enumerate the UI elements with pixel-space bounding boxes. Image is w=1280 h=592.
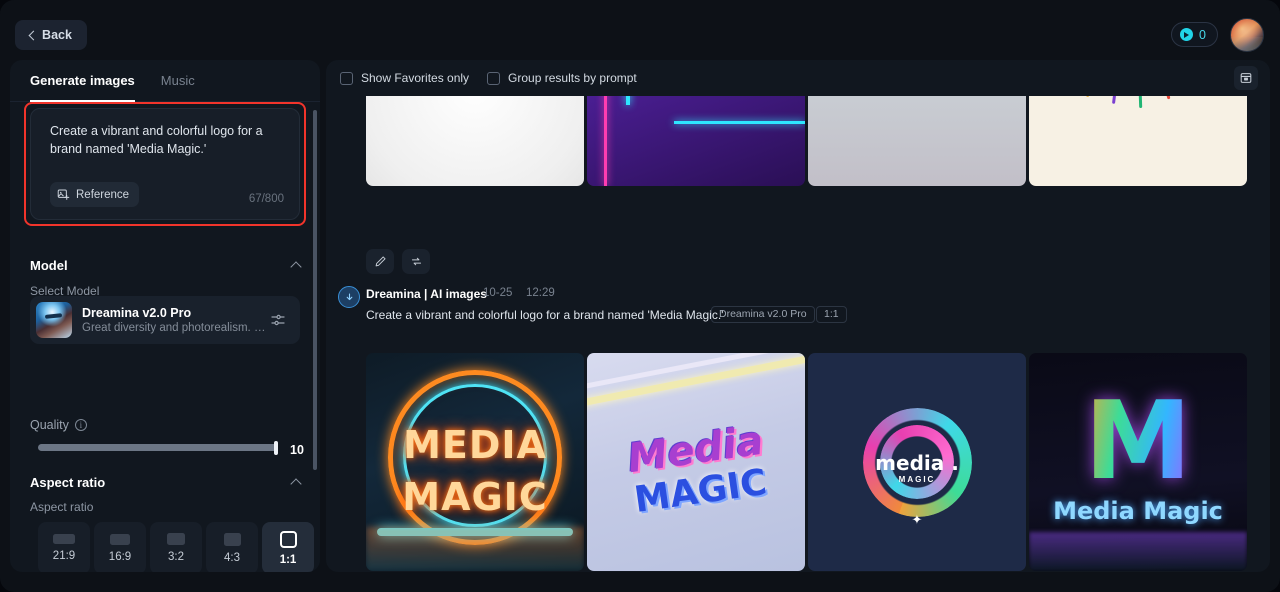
image-text: MAGIC — [898, 475, 936, 485]
info-icon[interactable]: i — [74, 419, 87, 431]
result-image[interactable] — [587, 96, 805, 186]
quality-slider-handle[interactable] — [274, 441, 278, 455]
result-source: Dreamina | AI images — [366, 287, 487, 301]
result-image[interactable]: MAGIC — [1029, 96, 1247, 186]
filter-label-group: Group results by prompt — [508, 71, 637, 85]
aspect-ratio-label: Aspect ratio — [30, 500, 94, 514]
pencil-icon — [375, 256, 386, 267]
results-feed: media magic MAGIC MAGIC — [326, 96, 1270, 572]
folder-icon — [1240, 73, 1252, 83]
chevron-up-icon[interactable] — [290, 477, 302, 490]
image-text: M — [1029, 387, 1247, 496]
aspect-ratio-1-1[interactable]: 1:1 — [262, 522, 314, 572]
app-window: Back 0 Generate images Music Create a vi… — [0, 0, 1280, 592]
result-image[interactable]: media magic — [366, 96, 584, 186]
row-actions-previous — [366, 249, 430, 274]
aspect-section-header[interactable]: Aspect ratio — [30, 472, 302, 492]
edit-button[interactable] — [366, 249, 394, 274]
aspect-ratio-label-3-2: 3:2 — [168, 551, 184, 563]
tab-music[interactable]: Music — [161, 60, 195, 102]
aspect-ratio-label-4-3: 4:3 — [224, 551, 240, 564]
back-button-label: Back — [42, 28, 72, 42]
image-text: MAGIC — [402, 475, 548, 520]
model-card[interactable]: Dreamina v2.0 Pro Great diversity and ph… — [30, 296, 300, 344]
chevron-up-icon[interactable] — [290, 260, 302, 273]
checkbox-show-favorites[interactable] — [340, 71, 353, 85]
filter-show-favorites[interactable]: Show Favorites only — [340, 71, 469, 85]
top-bar: Back 0 — [0, 0, 1280, 68]
filter-group-by-prompt[interactable]: Group results by prompt — [487, 71, 637, 85]
image-text: media . — [875, 451, 959, 476]
quality-slider-rail — [38, 444, 278, 451]
sliders-icon[interactable] — [270, 312, 286, 328]
prompt-input[interactable]: Create a vibrant and colorful logo for a… — [30, 108, 300, 220]
source-avatar-icon — [338, 286, 360, 308]
result-grid: MEDIA MAGIC Media MAGIC media . MAGIC ✦ … — [326, 353, 1247, 571]
model-section-title: Model — [30, 257, 68, 273]
avatar[interactable] — [1230, 18, 1264, 52]
result-image[interactable]: media . MAGIC ✦ — [808, 353, 1026, 571]
tab-generate-images[interactable]: Generate images — [30, 60, 135, 102]
reference-button-label: Reference — [76, 188, 130, 201]
folder-button[interactable] — [1234, 66, 1258, 90]
chevron-left-icon — [28, 30, 39, 40]
aspect-ratio-options: 21:9 16:9 3:2 4:3 1:1 — [38, 522, 314, 572]
filter-label-favorites: Show Favorites only — [361, 71, 470, 85]
quality-label: Quality — [30, 418, 69, 432]
result-image[interactable]: M Media Magic — [1029, 353, 1247, 571]
credits-value: 0 — [1199, 27, 1206, 42]
result-image[interactable]: MAGIC — [808, 96, 1026, 186]
result-time: 12:29 — [526, 287, 555, 299]
model-section-header[interactable]: Model — [30, 255, 302, 275]
result-date: 10-25 — [483, 287, 513, 299]
sidebar: Generate images Music Create a vibrant a… — [10, 60, 320, 572]
aspect-ratio-label-16-9: 16:9 — [108, 550, 132, 563]
aspect-section-title: Aspect ratio — [30, 474, 106, 490]
model-description: Great diversity and photorealism. Of... — [82, 322, 268, 334]
sidebar-scrollbar[interactable] — [313, 110, 317, 470]
result-image[interactable]: Media MAGIC — [587, 353, 805, 571]
image-add-icon — [57, 189, 70, 200]
results-panel: Show Favorites only Group results by pro… — [326, 60, 1270, 572]
result-model-chip: Dreamina v2.0 Pro — [711, 306, 815, 323]
result-grid-previous: media magic MAGIC MAGIC — [326, 96, 1247, 186]
aspect-ratio-4-3[interactable]: 4:3 — [206, 522, 258, 572]
image-text: Media Magic — [1053, 496, 1223, 525]
model-name: Dreamina v2.0 Pro — [82, 306, 192, 320]
results-toolbar: Show Favorites only Group results by pro… — [326, 60, 1270, 96]
result-prompt: Create a vibrant and colorful logo for a… — [366, 308, 724, 322]
model-info: Dreamina v2.0 Pro Great diversity and ph… — [82, 306, 268, 334]
image-text: MEDIA — [403, 422, 547, 467]
result-ratio-chip: 1:1 — [816, 306, 847, 323]
aspect-ratio-21-9[interactable]: 21:9 — [38, 522, 90, 572]
aspect-ratio-label-21-9: 21:9 — [52, 550, 76, 562]
regenerate-button[interactable] — [402, 249, 430, 274]
sidebar-tabs: Generate images Music — [10, 60, 320, 102]
quality-row: Quality i — [30, 418, 87, 432]
prompt-text: Create a vibrant and colorful logo for a… — [50, 124, 263, 156]
credits-badge[interactable]: 0 — [1171, 22, 1218, 47]
aspect-ratio-label-1-1: 1:1 — [279, 553, 297, 566]
loop-arrows-icon — [411, 257, 421, 266]
back-button[interactable]: Back — [15, 20, 87, 50]
model-thumbnail — [36, 302, 72, 338]
sparkle-icon: ✦ — [911, 512, 923, 528]
aspect-ratio-3-2[interactable]: 3:2 — [150, 522, 202, 572]
char-counter: 67/800 — [248, 193, 284, 205]
reference-button[interactable]: Reference — [50, 182, 140, 207]
quality-slider[interactable] — [38, 441, 278, 455]
checkbox-group-by-prompt[interactable] — [487, 71, 501, 85]
quality-value: 10 — [290, 443, 304, 457]
aspect-ratio-16-9[interactable]: 16:9 — [94, 522, 146, 572]
result-image[interactable]: MEDIA MAGIC — [366, 353, 584, 571]
coin-icon — [1180, 28, 1194, 41]
